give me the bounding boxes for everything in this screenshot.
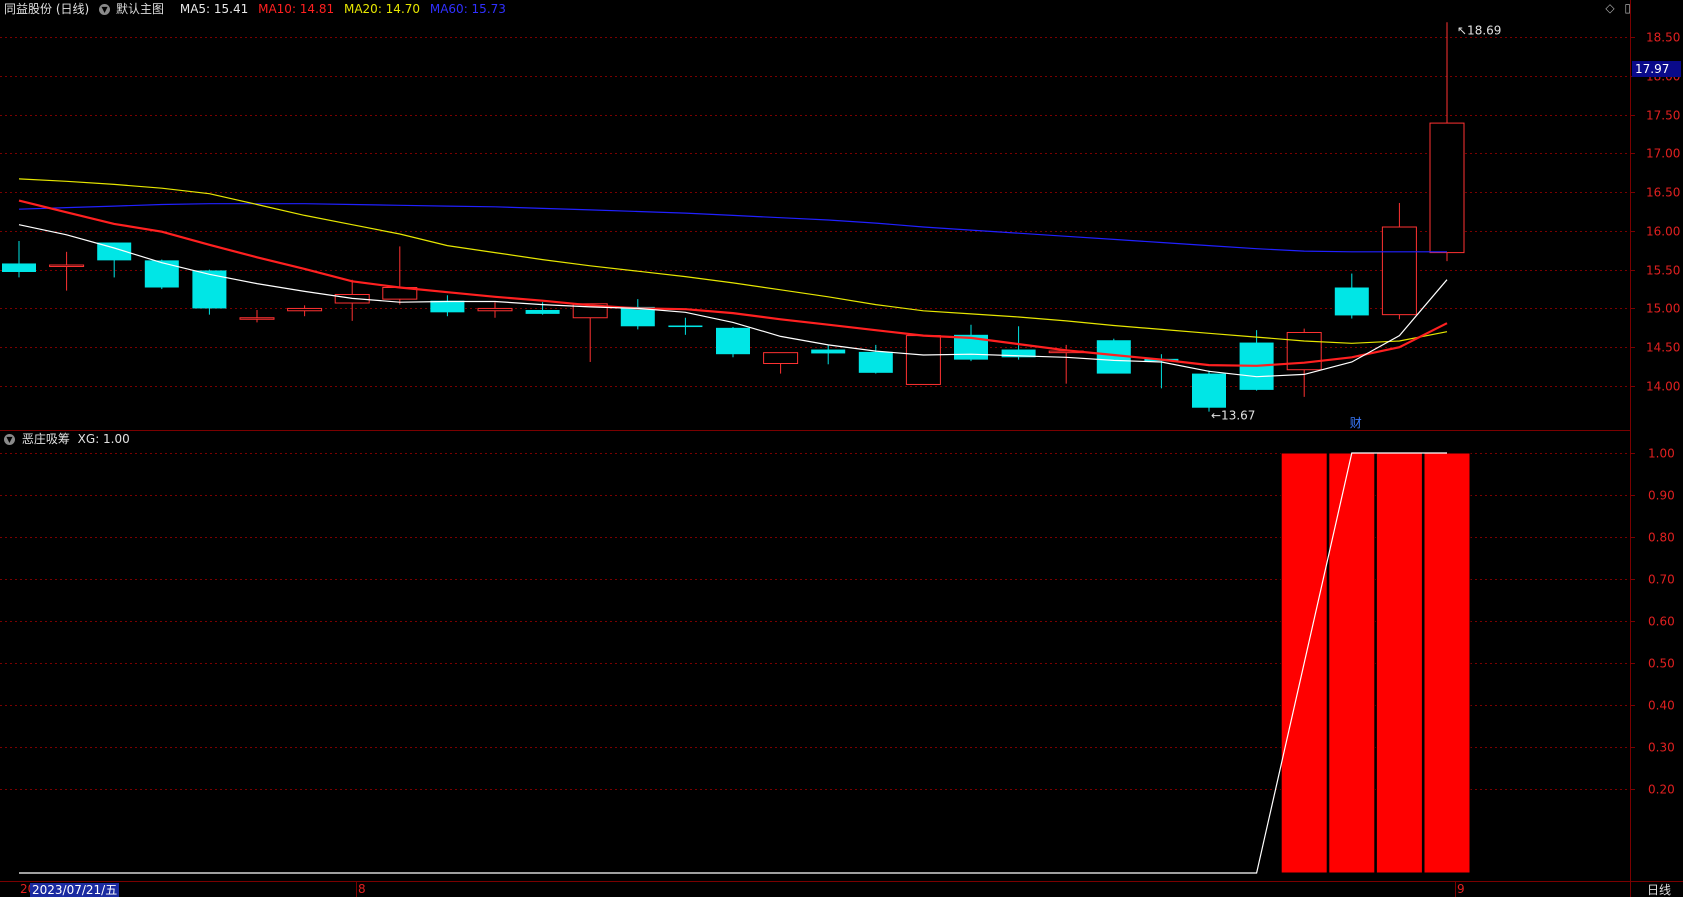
candle-body-up <box>287 307 323 312</box>
candle-body-down <box>1192 373 1226 408</box>
candle-body-up <box>763 352 799 365</box>
candle-body-down <box>2 263 36 272</box>
candle-body-down <box>1334 287 1369 316</box>
ma60-value: MA60: 15.73 <box>429 2 506 16</box>
date-label-mid: 8 <box>358 882 366 896</box>
price-tick-label: 18.50 <box>1646 31 1680 45</box>
template-selector[interactable]: ▼ 默认主图 <box>99 2 170 16</box>
indicator-header: ▼ 恶庄吸筹 XG: 1.00 <box>4 431 130 447</box>
indicator-tick-label: 1.00 <box>1648 447 1675 461</box>
stock-title[interactable]: 同益股份 (日线) <box>4 2 89 16</box>
price-tick-label: 16.50 <box>1646 186 1680 200</box>
xg-line <box>19 452 1447 874</box>
candle-body-up <box>477 307 513 312</box>
indicator-value: XG: 1.00 <box>77 432 130 446</box>
main-chart-header: 同益股份 (日线) ▼ 默认主图 MA5: 15.41 MA10: 14.81 M… <box>4 0 512 18</box>
indicator-name[interactable]: 恶庄吸筹 <box>22 432 70 446</box>
candle-body-up <box>49 264 85 268</box>
indicator-tick-label: 0.20 <box>1648 783 1675 797</box>
event-marker: 财 <box>1350 416 1362 430</box>
price-tick-label: 15.50 <box>1646 264 1680 278</box>
diamond-icon[interactable]: ◇ <box>1605 1 1614 15</box>
last-price-tag: 17.97 <box>1632 61 1681 77</box>
chevron-down-icon[interactable]: ▼ <box>99 4 111 15</box>
candle-body-up <box>1429 122 1465 254</box>
indicator-tick-label: 0.70 <box>1648 573 1675 587</box>
price-tick-label: 17.00 <box>1646 147 1680 161</box>
candle-body-down <box>430 300 465 313</box>
candle-body-down <box>858 351 893 373</box>
candle-body-down <box>525 309 560 314</box>
indicator-tick-label: 0.50 <box>1648 657 1675 671</box>
candle-body-up <box>239 317 275 320</box>
chevron-down-icon[interactable]: ▼ <box>4 434 15 445</box>
ma10-value: MA10: 14.81 <box>258 2 335 16</box>
price-tick-label: 14.50 <box>1646 341 1680 355</box>
indicator-tick-label: 0.40 <box>1648 699 1675 713</box>
panel-toggle-icon[interactable]: ▯ <box>1624 1 1631 15</box>
date-label-right: 9 <box>1457 882 1465 896</box>
indicator-tick-label: 0.30 <box>1648 741 1675 755</box>
price-tick-label: 16.00 <box>1646 225 1680 239</box>
candle-body-down <box>811 349 846 354</box>
high-price-label: ↖18.69 <box>1457 23 1501 37</box>
candle-body-down <box>668 325 703 328</box>
xg-bar <box>1375 452 1423 874</box>
candle-body-up <box>1381 226 1417 316</box>
window-controls: ◇ ▯ <box>1599 1 1631 15</box>
price-tick-label: 17.50 <box>1646 109 1680 123</box>
cursor-date: 2023/07/21/五 <box>30 883 120 897</box>
template-label: 默认主图 <box>116 2 165 16</box>
low-price-label: ←13.67 <box>1211 409 1255 423</box>
indicator-tick-label: 0.90 <box>1648 489 1675 503</box>
candle-body-down <box>716 327 750 355</box>
ma60-line <box>18 203 1447 253</box>
candle-body-up <box>905 335 941 385</box>
indicator-tick-label: 0.60 <box>1648 615 1675 629</box>
period-label[interactable]: 日线 <box>1635 883 1683 897</box>
indicator-tick-label: 0.80 <box>1648 531 1675 545</box>
ma20-value: MA20: 14.70 <box>343 2 421 16</box>
ma5-value: MA5: 15.41 <box>179 2 249 16</box>
candle-body-down <box>144 260 179 288</box>
price-tick-label: 15.00 <box>1646 302 1680 316</box>
xg-bar <box>1423 452 1471 874</box>
chart-canvas[interactable]: 18.5018.0017.5017.0016.5016.0015.5015.00… <box>0 0 1683 897</box>
price-tick-label: 14.00 <box>1646 380 1680 394</box>
xg-bar <box>1328 452 1376 874</box>
